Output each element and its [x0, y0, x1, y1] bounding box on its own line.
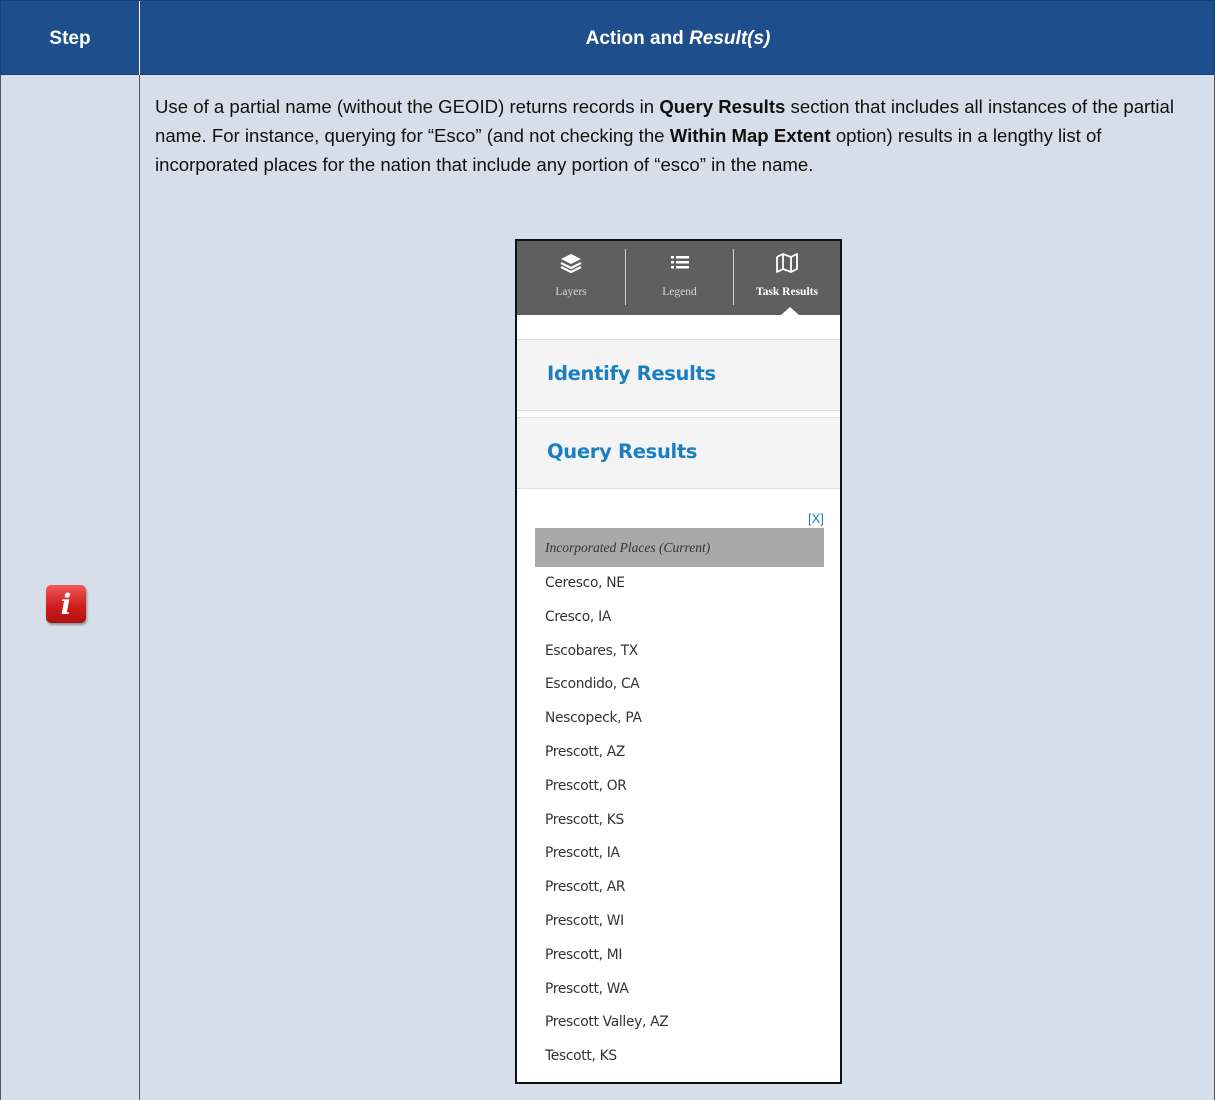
layers-icon [517, 253, 625, 275]
paragraph-text-1: Use of a partial name (without the GEOID… [155, 96, 660, 117]
list-item[interactable]: Prescott, WI [545, 905, 825, 939]
step-cell: i [1, 75, 140, 1100]
list-item[interactable]: Nescopeck, PA [545, 702, 825, 736]
list-item[interactable]: Prescott, OR [545, 770, 825, 804]
close-results-link[interactable]: [X] [808, 511, 824, 526]
list-item[interactable]: Ceresco, NE [545, 567, 825, 601]
query-results-bold: Query Results [659, 96, 786, 117]
active-tab-pointer [781, 307, 799, 315]
table-row: i Use of a partial name (without the GEO… [0, 75, 1215, 1100]
tab-legend[interactable]: Legend [626, 241, 733, 315]
tab-layers[interactable]: Layers [517, 241, 625, 315]
info-icon: i [46, 585, 86, 623]
list-item[interactable]: Cresco, IA [545, 601, 825, 635]
action-header-text: Action and [585, 27, 684, 49]
result-header-text: Result(s) [689, 27, 771, 49]
list-item[interactable]: Escobares, TX [545, 635, 825, 669]
list-item[interactable]: Prescott, WA [545, 973, 825, 1007]
list-item[interactable]: Prescott, MI [545, 939, 825, 973]
instruction-paragraph: Use of a partial name (without the GEOID… [155, 92, 1205, 179]
info-icon-glyph: i [60, 587, 72, 621]
list-item[interactable]: Prescott, IA [545, 837, 825, 871]
step-column-header: Step [1, 1, 140, 76]
map-icon [734, 253, 840, 275]
step-action-table: Step Action and Result(s) i Use of a par… [0, 0, 1215, 1100]
list-item[interactable]: Prescott Valley, AZ [545, 1006, 825, 1040]
query-results-list: Ceresco, NE Cresco, IA Escobares, TX Esc… [545, 567, 825, 1074]
identify-results-title: Identify Results [547, 362, 716, 385]
list-item[interactable]: Tescott, KS [545, 1040, 825, 1074]
task-results-screenshot: Layers Legend Task Results Identify Resu… [515, 239, 842, 1084]
list-item[interactable]: Prescott, AZ [545, 736, 825, 770]
tab-layers-label: Layers [555, 286, 587, 298]
results-group-header: Incorporated Places (Current) [535, 528, 824, 567]
within-map-extent-bold: Within Map Extent [669, 125, 831, 146]
panel-tab-bar: Layers Legend Task Results [517, 241, 840, 315]
list-item[interactable]: Prescott, AR [545, 871, 825, 905]
list-item[interactable]: Prescott, KS [545, 804, 825, 838]
query-results-title: Query Results [547, 440, 698, 463]
tab-task-results[interactable]: Task Results [734, 241, 840, 315]
tab-task-results-label: Task Results [756, 286, 818, 298]
legend-icon [626, 253, 733, 275]
tab-legend-label: Legend [662, 286, 697, 298]
table-header-row: Step Action and Result(s) [0, 0, 1215, 76]
list-item[interactable]: Escondido, CA [545, 668, 825, 702]
action-cell: Use of a partial name (without the GEOID… [140, 75, 1215, 1100]
identify-results-section[interactable]: Identify Results [517, 339, 840, 411]
query-results-section[interactable]: Query Results [517, 417, 840, 489]
action-column-header: Action and Result(s) [140, 1, 1215, 76]
